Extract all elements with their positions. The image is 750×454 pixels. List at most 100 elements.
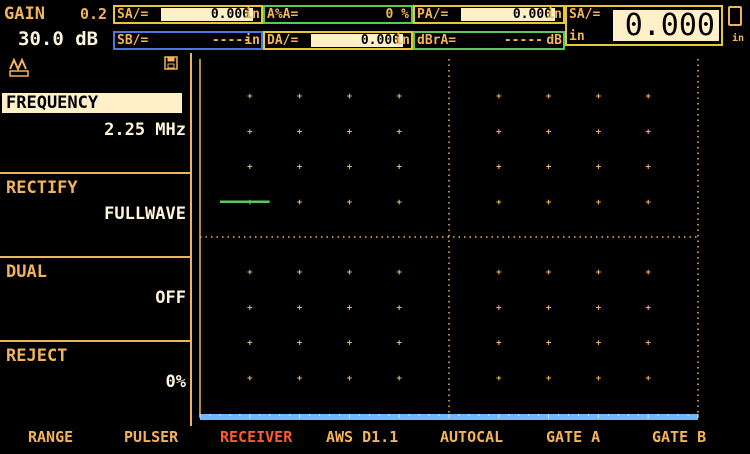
reading-da-label: DA/=	[267, 33, 299, 48]
grid-dot: +	[596, 127, 602, 137]
grid-dot: +	[297, 198, 303, 208]
reading-apct-value: 0 %	[385, 7, 409, 22]
grid-dot: +	[247, 127, 253, 137]
grid-dot: +	[297, 163, 303, 173]
reading-sa-unit: in	[244, 7, 260, 22]
softkey-gate-b[interactable]: GATE B	[652, 428, 706, 446]
rectify-wave-icon[interactable]	[8, 56, 30, 82]
grid-dot: +	[347, 268, 353, 278]
menu-item-dual-value: OFF	[155, 288, 186, 308]
menu-item-frequency-value: 2.25 MHz	[104, 120, 186, 140]
menu-item-rectify[interactable]: RECTIFY FULLWAVE	[0, 174, 190, 258]
menu-item-dual-title: DUAL	[6, 262, 47, 282]
grid-dot: +	[396, 374, 402, 384]
grid-dot: +	[396, 127, 402, 137]
grid-dot: +	[247, 339, 253, 349]
grid-dot: +	[347, 127, 353, 137]
menu-item-rectify-title: RECTIFY	[6, 178, 78, 198]
grid-dot: +	[546, 198, 552, 208]
menu-item-frequency[interactable]: FREQUENCY 2.25 MHz	[0, 90, 190, 174]
reading-apct-label: A%A=	[267, 7, 299, 22]
grid-dot: +	[496, 303, 502, 313]
grid-dot: +	[347, 163, 353, 173]
grid-dot: +	[396, 163, 402, 173]
reading-pa-unit: in	[546, 7, 562, 22]
menu-item-frequency-title: FREQUENCY	[2, 93, 182, 113]
grid-dot: +	[645, 339, 651, 349]
grid-dot: +	[297, 92, 303, 102]
reading-pa[interactable]: PA/= 0.000 in	[413, 5, 565, 24]
grid-dot: +	[546, 127, 552, 137]
grid-dot: +	[546, 303, 552, 313]
grid-dot: +	[347, 374, 353, 384]
grid-dot: +	[396, 268, 402, 278]
grid-dot: +	[247, 268, 253, 278]
grid-dot: +	[396, 198, 402, 208]
grid-dot: +	[496, 92, 502, 102]
grid-dot: +	[396, 339, 402, 349]
reading-pa-label: PA/=	[417, 7, 449, 22]
reading-big-value: 0.000	[613, 10, 719, 41]
grid-dot: +	[496, 374, 502, 384]
grid-dot: +	[297, 127, 303, 137]
a-scan-display[interactable]: + + + + + + + + + + + + + + + + + + + + + + + + + + + + + + + + + + + + + + + +…	[195, 53, 750, 426]
grid-dot: +	[396, 303, 402, 313]
grid-dot: +	[596, 303, 602, 313]
grid-dot: +	[645, 127, 651, 137]
reading-da[interactable]: DA/= 0.000 in	[263, 31, 413, 50]
grid-dot: +	[546, 374, 552, 384]
grid-dot: +	[496, 339, 502, 349]
reading-sa-value: 0.000	[161, 8, 253, 21]
grid-dot: +	[396, 92, 402, 102]
grid-dot: +	[645, 303, 651, 313]
reading-sb[interactable]: SB/= ----- in	[113, 31, 263, 50]
grid-dot: +	[247, 163, 253, 173]
grid-dot: +	[596, 163, 602, 173]
softkey-gate-a[interactable]: GATE A	[546, 428, 600, 446]
grid-dot: +	[596, 198, 602, 208]
gain-step[interactable]: 0.2	[80, 5, 107, 23]
softkey-pulser[interactable]: PULSER	[124, 428, 178, 446]
reading-dbra-unit: dB	[546, 33, 562, 48]
softkey-range[interactable]: RANGE	[28, 428, 73, 446]
grid-dot: +	[496, 127, 502, 137]
grid-dot: +	[297, 374, 303, 384]
reading-big[interactable]: SA/= in 0.000	[565, 5, 723, 46]
reading-apct[interactable]: A%A= 0 %	[263, 5, 413, 24]
menu-item-reject[interactable]: REJECT 0%	[0, 342, 190, 426]
grid-dot: +	[645, 198, 651, 208]
grid-dot: +	[645, 163, 651, 173]
grid-dot: +	[596, 374, 602, 384]
grid-dot: +	[546, 268, 552, 278]
menu-item-reject-value: 0%	[165, 372, 186, 392]
reading-sa-label: SA/=	[117, 7, 149, 22]
softkey-autocal[interactable]: AUTOCAL	[440, 428, 503, 446]
grid-dot: +	[645, 374, 651, 384]
grid-dot: +	[645, 268, 651, 278]
reading-sb-unit: in	[244, 33, 260, 48]
gain-label: GAIN	[4, 4, 45, 24]
grid-dot: +	[247, 303, 253, 313]
grid-dot: +	[496, 198, 502, 208]
reading-sa[interactable]: SA/= 0.000 in	[113, 5, 263, 24]
softkey-receiver[interactable]: RECEIVER	[220, 428, 292, 446]
grid-dot: +	[496, 163, 502, 173]
grid-dot: +	[297, 339, 303, 349]
reading-dbra[interactable]: dBrA= ----- dB	[413, 31, 565, 50]
grid-dot: +	[347, 198, 353, 208]
softkey-aws[interactable]: AWS D1.1	[326, 428, 398, 446]
reading-dbra-label: dBrA=	[417, 33, 457, 48]
reading-da-value: 0.000	[311, 34, 403, 47]
save-icon[interactable]	[164, 56, 178, 74]
reading-da-unit: in	[394, 33, 410, 48]
softkey-bar: RANGE PULSER RECEIVER AWS D1.1 AUTOCAL G…	[0, 428, 750, 450]
reading-pa-value: 0.000	[461, 8, 555, 21]
grid-dot: +	[596, 339, 602, 349]
reading-sb-value: -----	[211, 33, 251, 48]
grid-dot: +	[247, 92, 253, 102]
grid-dot: +	[297, 268, 303, 278]
menu-item-dual[interactable]: DUAL OFF	[0, 258, 190, 342]
grid-dot: +	[496, 268, 502, 278]
gain-value[interactable]: 30.0 dB	[18, 28, 98, 50]
battery-icon	[728, 6, 742, 26]
